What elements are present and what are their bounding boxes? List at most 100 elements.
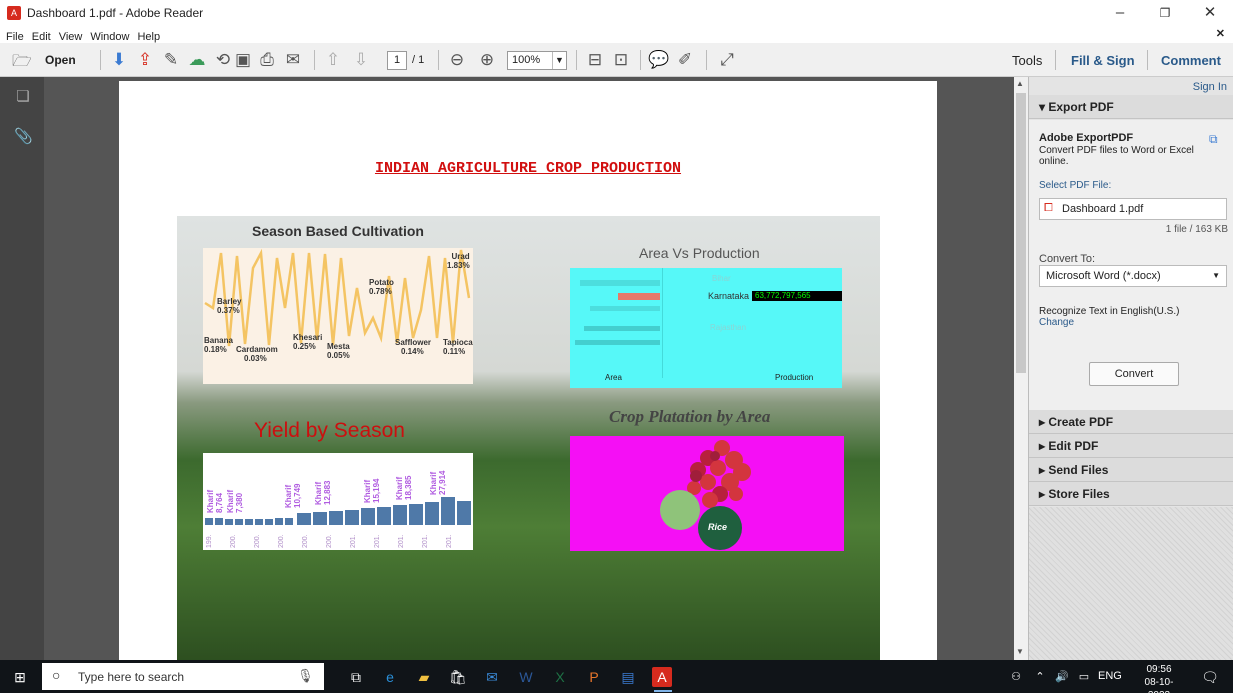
adobe-reader-task-icon[interactable]: A — [652, 667, 672, 687]
export-pdf-label: Export PDF — [1048, 100, 1114, 114]
send-files-section[interactable]: ▸ Send Files — [1029, 458, 1233, 482]
microphone-icon[interactable]: 🎙 — [297, 668, 314, 684]
selected-file[interactable]: ⧠ Dashboard 1.pdf — [1039, 198, 1227, 220]
scroll-up-icon[interactable]: ▲ — [1016, 79, 1024, 88]
full-screen-icon[interactable]: ⤢ — [716, 49, 738, 71]
select-file-label: Select PDF File: — [1039, 180, 1112, 191]
document-viewer[interactable]: INDIAN AGRICULTURE CROP PRODUCTION Seaso… — [44, 77, 1014, 660]
menu-file[interactable]: File — [6, 31, 24, 43]
mail-icon[interactable]: ✉ — [482, 667, 502, 687]
yield-chart-title: Yield by Season — [254, 419, 405, 442]
value-cardamom: 0.03% — [244, 354, 267, 363]
export-pdf-icon[interactable]: ⇪ — [134, 49, 156, 71]
taskbar: ⊞ ○ Type here to search 🎙 ⧉ e ▰ 🛍 ✉ W X … — [0, 660, 1233, 693]
zoom-out-icon[interactable]: ⊖ — [446, 49, 468, 71]
notifications-icon[interactable]: 🗨 — [1200, 667, 1220, 687]
network-icon[interactable]: ▭ — [1074, 667, 1094, 687]
bubble-green — [660, 490, 700, 530]
menu-help[interactable]: Help — [137, 31, 160, 43]
task-view-icon[interactable]: ⧉ — [346, 667, 366, 687]
menu-window[interactable]: Window — [90, 31, 129, 43]
minimize-button[interactable]: – — [1100, 2, 1140, 24]
document-title: INDIAN AGRICULTURE CROP PRODUCTION — [374, 160, 682, 177]
edit-pdf-section[interactable]: ▸ Edit PDF — [1029, 434, 1233, 458]
scroll-down-icon[interactable]: ▼ — [1016, 647, 1024, 656]
fill-sign-link[interactable]: Fill & Sign — [1071, 53, 1135, 68]
word-icon[interactable]: W — [516, 667, 536, 687]
previous-page-icon[interactable]: ⇧ — [322, 49, 344, 71]
next-page-icon[interactable]: ⇩ — [350, 49, 372, 71]
people-icon[interactable]: ⚇ — [1006, 667, 1026, 687]
volume-icon[interactable]: 🔊 — [1052, 667, 1072, 687]
scroll-thumb[interactable] — [1016, 93, 1026, 373]
bar-shade — [580, 280, 660, 286]
sign-in-link[interactable]: Sign In — [1193, 81, 1227, 93]
x-tick: 201. — [446, 534, 453, 548]
x-label-production: Production — [775, 373, 814, 382]
label-potato: Potato — [369, 278, 394, 287]
edit-pdf-icon[interactable]: ✎ — [160, 49, 182, 71]
bar-label-season: Kharif — [314, 482, 323, 505]
cloud-upload-icon[interactable]: ☁ — [186, 49, 208, 71]
save-icon[interactable]: ▣ — [232, 49, 254, 71]
language-indicator[interactable]: ENG — [1098, 670, 1122, 682]
fit-width-icon[interactable]: ⊡ — [610, 49, 632, 71]
create-pdf-icon[interactable]: ⬇ — [108, 49, 130, 71]
store-files-section[interactable]: ▸ Store Files — [1029, 482, 1233, 506]
menu-view[interactable]: View — [59, 31, 83, 43]
bar-label-season: Kharif — [284, 485, 293, 508]
start-windows-icon[interactable]: ⊞ — [10, 667, 30, 687]
tray-expand-icon[interactable]: ⌃ — [1030, 667, 1050, 687]
powerpoint-icon[interactable]: P — [584, 667, 604, 687]
x-tick: 200. — [230, 534, 237, 548]
taskbar-search[interactable]: ○ Type here to search 🎙 — [42, 663, 324, 690]
label-tapioca: Tapioca — [443, 338, 473, 347]
close-document-icon[interactable]: ✕ — [1216, 27, 1225, 40]
close-button[interactable]: ✕ — [1190, 2, 1230, 24]
share-icon[interactable]: ⟲ — [212, 49, 234, 71]
adobe-reader-icon: A — [7, 6, 21, 20]
x-tick: 201. — [374, 534, 381, 548]
page-number-input[interactable]: 1 — [387, 51, 407, 70]
excel-icon[interactable]: X — [550, 667, 570, 687]
folder-icon: 🗁 — [12, 53, 32, 70]
comment-icon[interactable]: 💬 — [648, 49, 670, 71]
convert-to-value: Microsoft Word (*.docx) — [1046, 270, 1161, 282]
bar-label-value: 27,914 — [438, 470, 447, 495]
page-thumbnails-icon[interactable]: ❏ — [14, 87, 32, 105]
x-tick: 199. — [206, 534, 213, 548]
clock[interactable]: 09:56 08-10-2023 — [1134, 663, 1184, 693]
value-khesari: 0.25% — [293, 342, 316, 351]
zoom-in-icon[interactable]: ⊕ — [476, 49, 498, 71]
email-icon[interactable]: ✉ — [282, 49, 304, 71]
export-pdf-header[interactable]: ▾ Export PDF — [1029, 95, 1233, 119]
vertical-scrollbar[interactable]: ▲ ▼ — [1014, 77, 1028, 660]
create-pdf-section[interactable]: ▸ Create PDF — [1029, 410, 1233, 434]
attachments-icon[interactable]: 📎 — [14, 127, 33, 145]
value-barley: 0.37% — [217, 306, 240, 315]
bar-label-value: 15,194 — [372, 478, 381, 503]
bar-label-value: 18,385 — [404, 475, 413, 500]
store-icon[interactable]: 🛍 — [448, 667, 468, 687]
search-placeholder: Type here to search — [78, 670, 185, 684]
zoom-dropdown-icon[interactable]: ▼ — [552, 52, 566, 69]
open-button[interactable]: 🗁 Open — [10, 49, 90, 71]
label-safflower: Safflower — [395, 338, 432, 347]
app-icon[interactable]: ▤ — [618, 667, 638, 687]
change-link[interactable]: Change — [1039, 317, 1074, 328]
fit-page-icon[interactable]: ⊟ — [584, 49, 606, 71]
edge-icon[interactable]: e — [380, 667, 400, 687]
recognize-text: Recognize Text in English(U.S.) — [1039, 306, 1180, 317]
time: 09:56 — [1146, 664, 1172, 675]
menu-edit[interactable]: Edit — [32, 31, 51, 43]
restore-button[interactable]: ❐ — [1145, 2, 1185, 24]
convert-button[interactable]: Convert — [1089, 362, 1179, 386]
bar-label-season: Kharif — [429, 472, 438, 495]
convert-to-select[interactable]: Microsoft Word (*.docx) ▼ — [1039, 265, 1227, 287]
comment-link[interactable]: Comment — [1161, 53, 1221, 68]
print-icon[interactable]: ⎙ — [256, 49, 278, 71]
highlight-icon[interactable]: ✐ — [674, 49, 696, 71]
file-explorer-icon[interactable]: ▰ — [414, 667, 434, 687]
tools-link[interactable]: Tools — [1012, 53, 1042, 68]
toolbar: 🗁 Open ⬇ ⇪ ✎ ☁ ⟲ ▣ ⎙ ✉ ⇧ ⇩ 1 / 1 ⊖ ⊕ 100… — [0, 43, 1233, 77]
